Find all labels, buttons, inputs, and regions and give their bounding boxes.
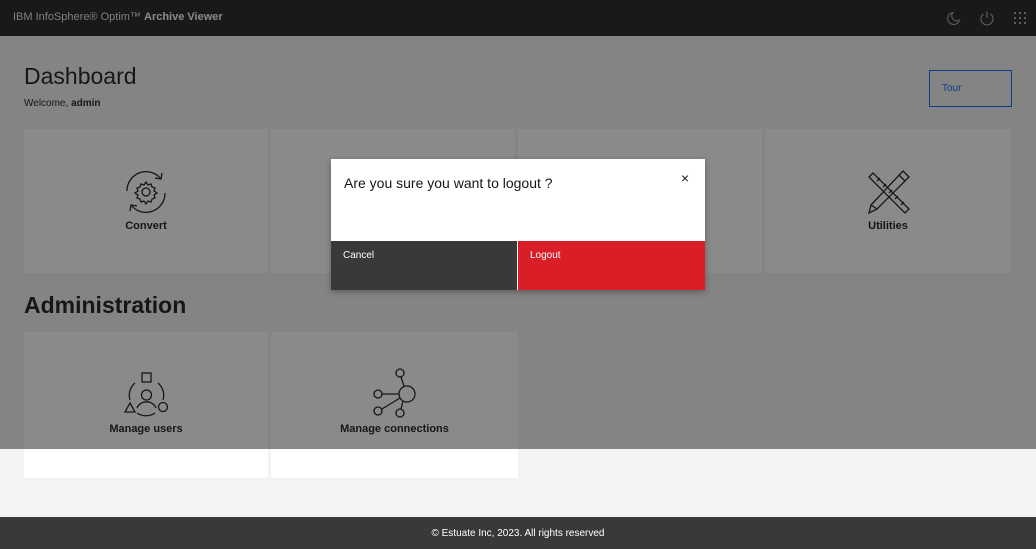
close-icon[interactable]: ×: [676, 169, 694, 187]
footer-copyright: © Estuate Inc, 2023. All rights reserved: [431, 528, 605, 539]
cancel-button[interactable]: Cancel: [331, 241, 517, 290]
logout-confirm-dialog: Are you sure you want to logout ? × Canc…: [331, 159, 705, 290]
dialog-message: Are you sure you want to logout ?: [344, 175, 553, 191]
logout-button[interactable]: Logout: [518, 241, 705, 290]
footer: © Estuate Inc, 2023. All rights reserved: [0, 517, 1036, 549]
